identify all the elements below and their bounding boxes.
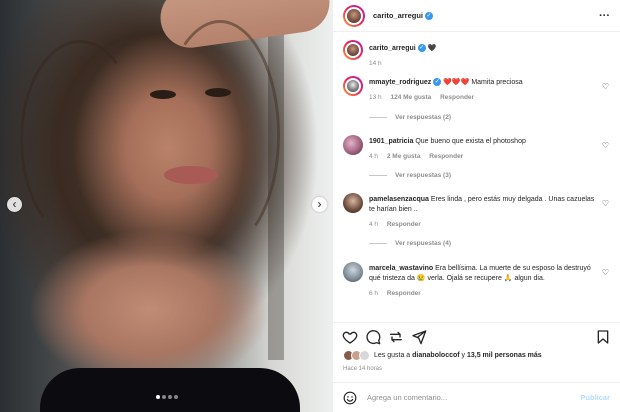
author-username[interactable]: carito_arregui	[373, 11, 423, 20]
post-timestamp: Hace 14 horas	[343, 366, 383, 372]
carousel-next-button[interactable]: ›	[312, 197, 327, 212]
comment-username[interactable]: marcela_wastavino	[369, 265, 433, 272]
comments-list[interactable]: carito_arregui ✓ 🖤 14 h mmayte_rodriguez ✓…	[333, 33, 620, 319]
comment-heart-icon[interactable]: ♡	[602, 82, 609, 91]
comment-avatar[interactable]	[343, 76, 363, 96]
reply-button[interactable]: Responder	[440, 94, 474, 101]
photo-eye-left	[150, 90, 176, 99]
post-comment-button[interactable]: Publicar	[580, 393, 610, 402]
carousel-dot	[173, 395, 178, 399]
photo-lips	[164, 166, 218, 184]
comment-heart-icon[interactable]: ♡	[602, 199, 609, 208]
comment-avatar[interactable]	[343, 262, 363, 282]
reply-button[interactable]: Responder	[429, 153, 463, 160]
comment-icon[interactable]	[365, 329, 381, 345]
comment-heart-icon[interactable]: ♡	[602, 268, 609, 277]
comment-time: 6 h	[369, 290, 379, 297]
carousel-prev-button[interactable]: ‹	[7, 197, 22, 212]
post-header: carito_arregui ✓ ···	[333, 0, 620, 32]
author-avatar[interactable]	[343, 5, 365, 27]
comment-likes[interactable]: 2 Me gusta	[387, 153, 421, 160]
view-replies-button[interactable]: Ver respuestas (2)	[369, 114, 451, 121]
comment-emoji: ❤️❤️❤️	[443, 79, 470, 86]
comment-item: marcela_wastavino Era bellísima. La muer…	[343, 262, 613, 314]
caption-avatar[interactable]	[343, 40, 363, 60]
likes-count[interactable]: 13,5 mil personas más	[467, 352, 542, 359]
reply-button[interactable]: Responder	[387, 221, 421, 228]
caption: carito_arregui ✓ 🖤 14 h	[343, 40, 613, 70]
comment-time: 13 h	[369, 94, 382, 101]
heart-icon[interactable]	[342, 329, 358, 345]
post-panel: carito_arregui ✓ ··· carito_arregui ✓ 🖤 1…	[333, 0, 620, 412]
verified-badge-icon: ✓	[425, 11, 434, 20]
comment-time: 4 h	[369, 221, 379, 228]
view-replies-button[interactable]: Ver respuestas (4)	[369, 240, 451, 247]
comment-avatar[interactable]	[343, 135, 363, 155]
caption-text: 🖤	[427, 45, 437, 52]
ellipsis-icon[interactable]: ···	[599, 10, 610, 22]
bookmark-icon[interactable]	[595, 329, 611, 345]
send-icon[interactable]	[411, 329, 427, 345]
reply-button[interactable]: Responder	[387, 290, 421, 297]
comment-username[interactable]: pamelasenzacqua	[369, 196, 429, 203]
post-photo[interactable]: ‹ ›	[0, 0, 333, 412]
action-bar	[333, 322, 620, 346]
comment-username[interactable]: 1901_patricia	[369, 138, 413, 145]
carousel-dot	[161, 395, 166, 399]
likes-summary[interactable]: Les gusta a dianaboloccof y 13,5 mil per…	[343, 350, 542, 361]
photo-eye-right	[205, 88, 231, 97]
comment-time: 4 h	[369, 153, 379, 160]
verified-badge-icon: ✓	[433, 78, 442, 87]
comment-likes[interactable]: 124 Me gusta	[390, 94, 431, 101]
comment-composer: Publicar	[333, 382, 620, 412]
comment-username[interactable]: mmayte_rodriguez	[369, 79, 431, 86]
carousel-dot	[167, 395, 172, 399]
comment-text: Que bueno que exista el photoshop	[415, 138, 526, 145]
caption-username[interactable]: carito_arregui	[369, 45, 416, 52]
share-icon[interactable]	[388, 329, 404, 345]
comment-item: 1901_patricia Que bueno que exista el ph…	[343, 135, 613, 165]
photo-hair-right	[160, 20, 280, 250]
caption-time: 14 h	[369, 60, 382, 67]
comment-avatar[interactable]	[343, 193, 363, 213]
likes-conjunction: y	[459, 352, 467, 359]
comment-item: mmayte_rodriguez ✓ ❤️❤️❤️ Mamita preciosa…	[343, 76, 613, 106]
liker-avatar	[359, 350, 370, 361]
photo-hair-left	[20, 40, 140, 240]
comment-text: Mamita preciosa	[471, 79, 523, 86]
comment-heart-icon[interactable]: ♡	[602, 141, 609, 150]
comment-item: pamelasenzacqua Eres linda , pero estás …	[343, 193, 613, 235]
view-replies-button[interactable]: Ver respuestas (3)	[369, 172, 451, 179]
likes-prefix: Les gusta a	[374, 352, 413, 359]
comment-input[interactable]	[367, 393, 581, 402]
verified-badge-icon: ✓	[417, 44, 426, 53]
smiley-icon[interactable]	[343, 391, 357, 405]
carousel-dot	[155, 395, 160, 399]
carousel-dots	[0, 386, 333, 404]
liker-username[interactable]: dianaboloccof	[412, 352, 459, 359]
